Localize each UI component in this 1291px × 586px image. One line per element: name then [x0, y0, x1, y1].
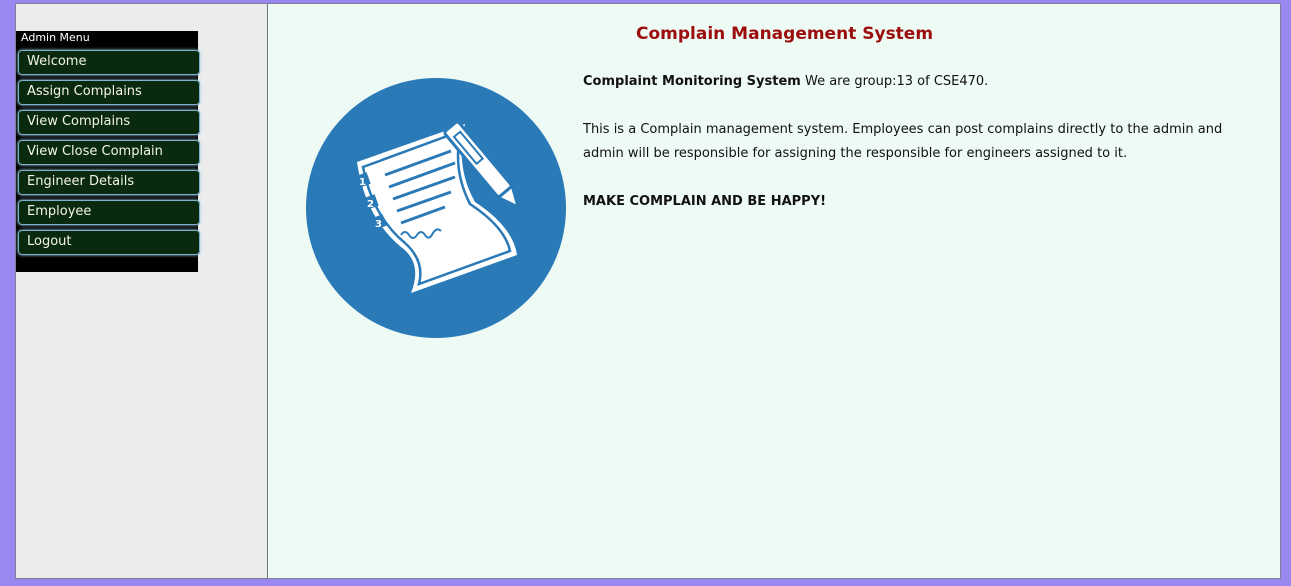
menu-item-employee[interactable]: Employee — [18, 200, 200, 225]
menu-title: Admin Menu — [21, 31, 90, 44]
intro-bold: Complaint Monitoring System — [583, 74, 801, 89]
svg-text:1: 1 — [359, 177, 366, 188]
menu-item-assign-complains[interactable]: Assign Complains — [18, 80, 200, 105]
sidebar: Admin Menu Welcome Assign Complains View… — [16, 4, 268, 578]
svg-text:2: 2 — [367, 199, 374, 210]
main-content: Complain Management System 1 2 3 Complai… — [268, 4, 1280, 578]
admin-menu: Admin Menu Welcome Assign Complains View… — [16, 31, 200, 272]
page-title: Complain Management System — [636, 24, 934, 44]
menu-item-view-complains[interactable]: View Complains — [18, 110, 200, 135]
intro-paragraph: Complaint Monitoring System We are group… — [583, 70, 1248, 94]
description-paragraph: This is a Complain management system. Em… — [583, 122, 1223, 161]
content-text: Complaint Monitoring System We are group… — [583, 70, 1248, 238]
menu-item-view-close-complain[interactable]: View Close Complain — [18, 140, 200, 165]
intro-text: We are group:13 of CSE470. — [800, 74, 989, 89]
slogan: MAKE COMPLAIN AND BE HAPPY! — [583, 190, 1248, 214]
page-frame: Admin Menu Welcome Assign Complains View… — [15, 3, 1281, 579]
slogan-text: MAKE COMPLAIN AND BE HAPPY! — [583, 194, 827, 209]
menu-item-welcome[interactable]: Welcome — [18, 50, 200, 75]
menu-item-engineer-details[interactable]: Engineer Details — [18, 170, 200, 195]
checklist-document-pen-icon: 1 2 3 — [306, 78, 566, 338]
svg-text:3: 3 — [375, 219, 382, 230]
menu-item-logout[interactable]: Logout — [18, 230, 200, 255]
